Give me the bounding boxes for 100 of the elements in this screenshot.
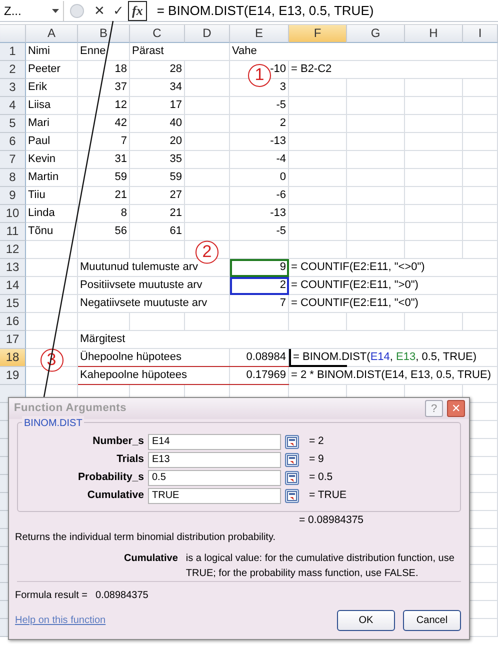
cell[interactable]: Negatiivsete muutuste arv [78,295,230,313]
cell[interactable]: 20 [130,133,185,151]
row-header[interactable]: 1 [0,43,26,61]
empty-cell[interactable] [463,133,498,151]
cell[interactable]: -5 [230,223,289,241]
empty-cell[interactable] [347,169,405,187]
cell[interactable]: Pärast [130,43,230,61]
cell[interactable]: Enne [78,43,130,61]
column-header[interactable]: E [230,25,289,43]
cell[interactable]: 9 [230,259,289,277]
dropdown-caret-icon[interactable] [52,8,59,12]
empty-cell[interactable] [289,313,347,331]
cell[interactable]: -4 [230,151,289,169]
cell[interactable]: Muutunud tulemuste arv [78,259,230,277]
cell[interactable]: -5 [230,97,289,115]
empty-cell[interactable] [405,205,463,223]
empty-cell[interactable] [347,133,405,151]
name-box[interactable]: Z... [0,0,64,20]
cell[interactable]: Liisa [26,97,78,115]
empty-cell[interactable] [463,241,498,259]
cell[interactable]: 2 [230,277,289,295]
empty-cell[interactable] [78,241,130,259]
help-link[interactable]: Help on this function [15,613,106,628]
empty-cell[interactable] [289,79,347,97]
empty-cell[interactable] [185,169,230,187]
empty-cell[interactable] [185,79,230,97]
cell[interactable]: = 2 * BINOM.DIST(E14, E13, 0.5, TRUE) [289,367,498,385]
empty-cell[interactable] [185,313,230,331]
cell[interactable]: Nimi [26,43,78,61]
cell[interactable]: 35 [130,151,185,169]
empty-cell[interactable] [130,241,185,259]
cell[interactable]: Erik [26,79,78,97]
column-header[interactable]: A [26,25,78,43]
empty-cell[interactable] [78,313,130,331]
empty-cell[interactable] [230,313,289,331]
cell[interactable]: Martin [26,169,78,187]
cell[interactable]: Vahe [230,43,498,61]
empty-cell[interactable] [463,205,498,223]
column-header[interactable]: G [347,25,405,43]
collapse-dialog-button[interactable] [285,453,299,468]
empty-cell[interactable] [347,151,405,169]
empty-cell[interactable] [289,115,347,133]
empty-cell[interactable] [289,169,347,187]
cell[interactable]: 28 [130,61,185,79]
empty-cell[interactable] [463,187,498,205]
cancel-button[interactable]: Cancel [403,610,461,631]
empty-cell[interactable] [405,169,463,187]
empty-cell[interactable] [289,133,347,151]
cell[interactable]: 61 [130,223,185,241]
cell[interactable]: Tõnu [26,223,78,241]
empty-cell[interactable] [347,187,405,205]
cell[interactable]: 31 [78,151,130,169]
cell[interactable]: 59 [130,169,185,187]
row-header[interactable]: 3 [0,79,26,97]
column-header[interactable]: H [405,25,463,43]
empty-cell[interactable] [405,97,463,115]
column-header[interactable]: C [130,25,185,43]
row-header[interactable]: 19 [0,367,26,385]
empty-cell[interactable] [347,79,405,97]
row-header[interactable]: 17 [0,331,26,349]
empty-cell[interactable] [185,61,230,79]
cell[interactable]: = B2-C2 [289,61,498,79]
cell[interactable]: -13 [230,133,289,151]
empty-cell[interactable] [289,187,347,205]
select-all-corner[interactable] [0,25,26,43]
cell[interactable]: Linda [26,205,78,223]
cell[interactable]: Tiiu [26,187,78,205]
empty-cell[interactable] [463,313,498,331]
empty-cell[interactable] [230,241,289,259]
argument-field[interactable]: TRUE [148,488,281,504]
empty-cell[interactable] [130,313,185,331]
row-header[interactable]: 9 [0,187,26,205]
cell[interactable]: -6 [230,187,289,205]
cell[interactable]: Märgitest [78,331,498,349]
cell[interactable]: 37 [78,79,130,97]
argument-field[interactable]: E14 [148,434,281,450]
empty-cell[interactable] [347,205,405,223]
cell[interactable]: 17 [130,97,185,115]
cell[interactable]: Positiivsete muutuste arv [78,277,230,295]
empty-cell[interactable] [289,151,347,169]
cell[interactable]: = COUNTIF(E2:E11, "<0") [289,295,498,313]
row-header[interactable]: 2 [0,61,26,79]
cell[interactable]: Kevin [26,151,78,169]
cell[interactable]: 56 [78,223,130,241]
cell[interactable]: 12 [78,97,130,115]
row-header[interactable]: 11 [0,223,26,241]
cell[interactable]: 8 [78,205,130,223]
enter-button[interactable]: ✓ [109,2,128,20]
row-header[interactable]: 6 [0,133,26,151]
cell[interactable]: Mari [26,115,78,133]
cell[interactable]: 2 [230,115,289,133]
column-header[interactable]: F [289,25,347,43]
empty-cell[interactable] [463,97,498,115]
row-header[interactable]: 12 [0,241,26,259]
empty-cell[interactable] [405,313,463,331]
empty-cell[interactable] [185,115,230,133]
ok-button[interactable]: OK [337,610,395,631]
empty-cell[interactable] [347,223,405,241]
cell[interactable]: Paul [26,133,78,151]
row-header[interactable]: 13 [0,259,26,277]
